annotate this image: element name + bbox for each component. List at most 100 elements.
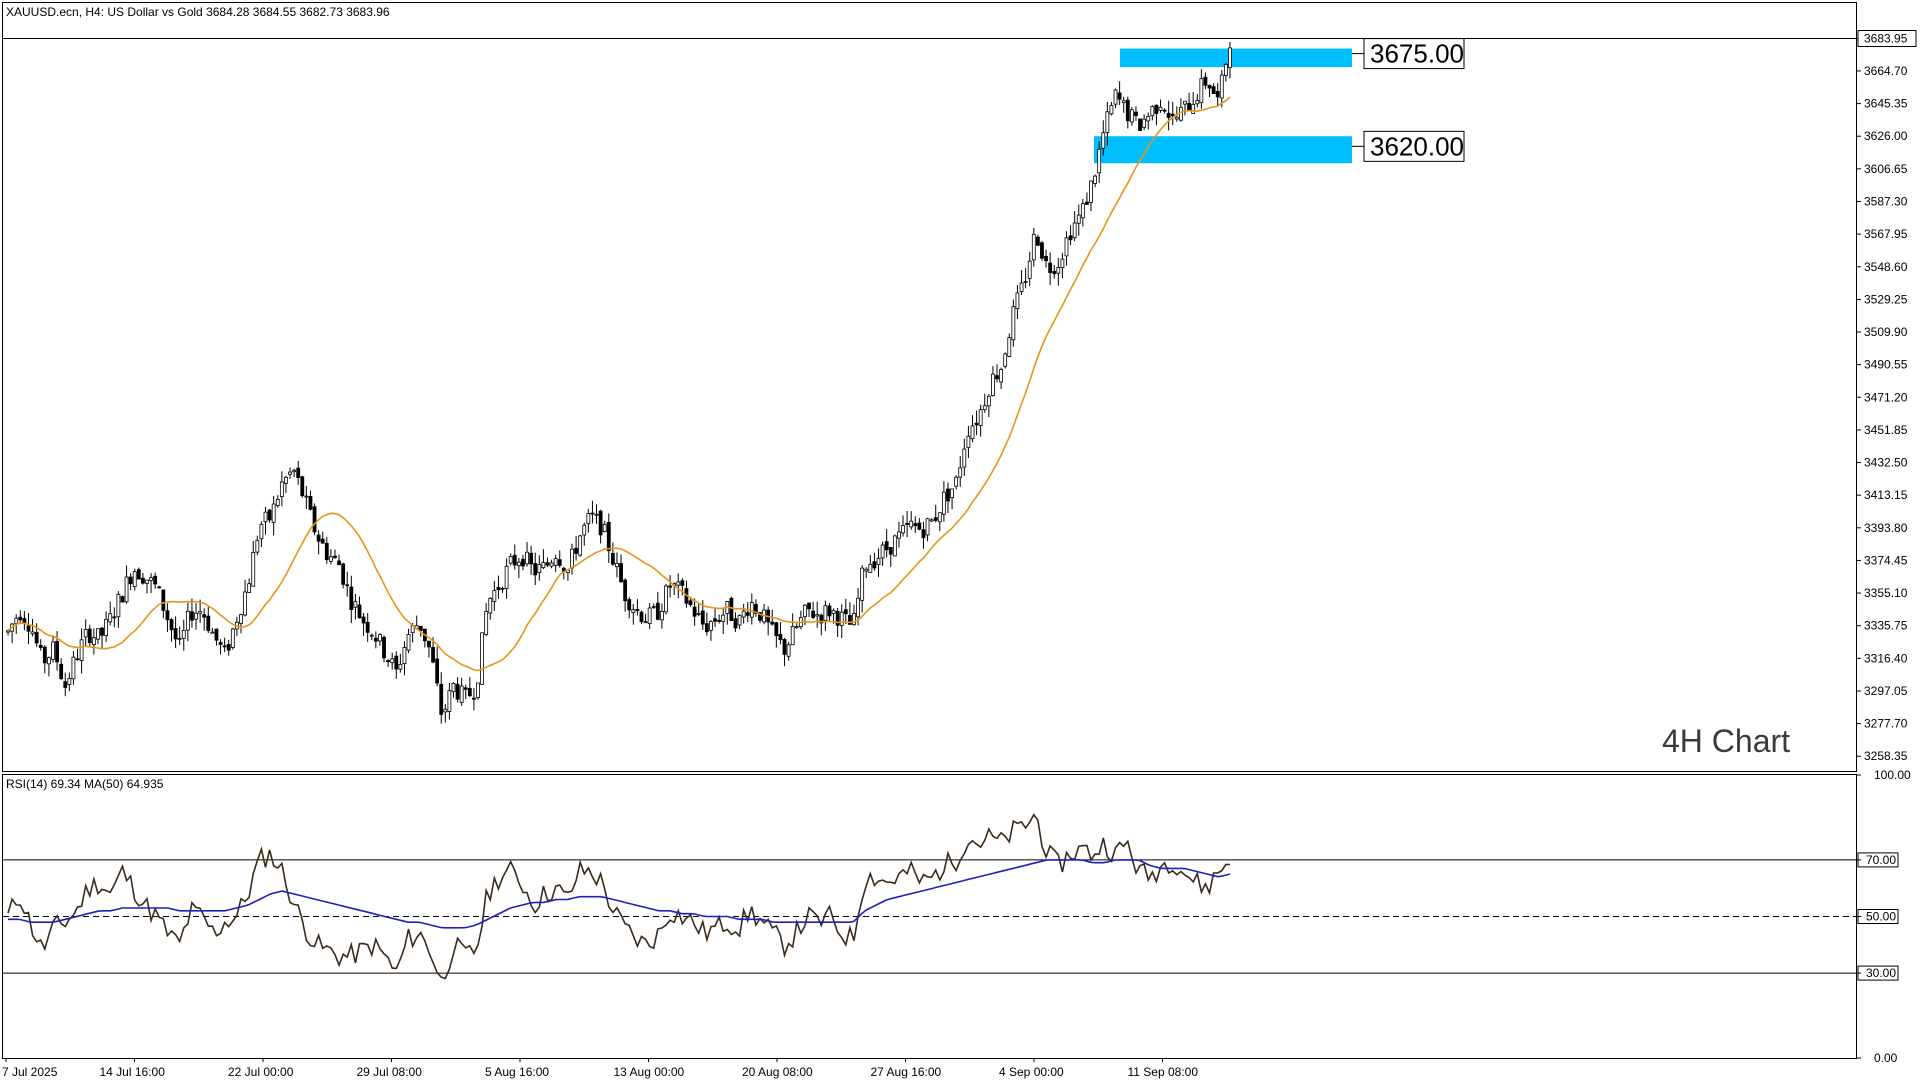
rsi-ma-line — [8, 859, 1231, 929]
time-tick-label: 20 Aug 08:00 — [742, 1065, 813, 1079]
candle-body — [18, 616, 23, 621]
candle-body — [986, 395, 991, 407]
candle-body — [598, 510, 603, 536]
candle-body — [1064, 237, 1069, 257]
candle-body — [83, 629, 88, 638]
candle-body — [476, 682, 480, 698]
rsi-tick-label: 70.00 — [1866, 853, 1896, 867]
candle-body — [292, 469, 297, 473]
candle-body — [496, 587, 501, 591]
candle-body — [402, 647, 407, 665]
candle-body — [574, 547, 578, 554]
candle-body — [26, 625, 31, 632]
candle-body — [1211, 86, 1216, 94]
candle-body — [1097, 148, 1102, 174]
candle-body — [978, 409, 983, 426]
candle-body — [67, 677, 72, 685]
price-tick-label: 3277.70 — [1864, 717, 1908, 731]
time-tick-label: 29 Jul 08:00 — [357, 1065, 423, 1079]
candle-body — [308, 496, 313, 510]
candle-body — [42, 646, 47, 664]
candle-body — [141, 577, 145, 584]
candle-body — [925, 518, 930, 536]
candle-body — [1085, 201, 1089, 205]
candle-body — [651, 606, 656, 608]
candle-body — [880, 544, 885, 559]
candle-body — [913, 523, 918, 527]
price-tick-label: 3297.05 — [1864, 684, 1908, 698]
candle-body — [1093, 175, 1097, 184]
candle-body — [508, 556, 513, 564]
candle-body — [721, 614, 726, 622]
price-tick-label: 3567.95 — [1864, 227, 1908, 241]
candle-body — [63, 681, 68, 688]
candle-body — [803, 604, 807, 618]
candle-body — [729, 597, 734, 622]
candle-body — [537, 564, 542, 574]
price-tick-label: 3393.80 — [1864, 521, 1908, 535]
candle-body — [982, 405, 987, 411]
candle-body — [55, 640, 59, 663]
candle-body — [435, 658, 440, 684]
candle-body — [688, 600, 693, 606]
candle-body — [1228, 47, 1232, 69]
candle-body — [1158, 106, 1163, 111]
candle-body — [905, 523, 910, 525]
candle-body — [782, 638, 787, 655]
candle-body — [275, 499, 280, 506]
candle-body — [226, 644, 231, 651]
candle-body — [271, 503, 276, 523]
candle-body — [51, 641, 55, 660]
candle-body — [929, 519, 934, 522]
candle-body — [590, 512, 595, 515]
candle-body — [557, 559, 562, 566]
candle-body — [790, 625, 795, 646]
candle-body — [717, 620, 722, 622]
candle-body — [970, 425, 975, 440]
candle-body — [655, 602, 660, 620]
candle-body — [267, 509, 272, 521]
time-tick-label: 11 Sep 08:00 — [1128, 1065, 1199, 1079]
candle-body — [492, 590, 497, 602]
candle-body — [545, 562, 550, 566]
candle-body — [843, 609, 848, 615]
candle-body — [120, 596, 125, 603]
candle-body — [1068, 235, 1073, 241]
candle-body — [610, 552, 615, 565]
candle-body — [75, 658, 80, 661]
candle-body — [214, 628, 219, 641]
candle-body — [700, 610, 705, 625]
candle-body — [704, 623, 709, 633]
candle-body — [463, 687, 468, 690]
candle-body — [181, 629, 186, 639]
candle-body — [296, 467, 301, 478]
candle-body — [884, 541, 889, 551]
candle-body — [529, 552, 534, 565]
price-tick-label: 3451.85 — [1864, 423, 1908, 437]
candle-body — [71, 656, 76, 680]
candle-body — [1138, 118, 1142, 131]
candle-body — [165, 610, 170, 621]
candle-body — [169, 619, 174, 631]
candle-body — [153, 575, 158, 585]
candle-body — [218, 641, 223, 645]
price-tick-label: 3529.25 — [1864, 292, 1908, 306]
candle-body — [696, 612, 701, 615]
candle-body — [1109, 105, 1114, 115]
candle-body — [1105, 111, 1110, 133]
candle-body — [794, 626, 799, 628]
candle-body — [472, 697, 476, 700]
candle-body — [1027, 260, 1032, 279]
candle-body — [500, 587, 505, 590]
candle-body — [145, 579, 149, 584]
candle-body — [823, 605, 828, 621]
timeframe-label: 4H Chart — [1662, 723, 1790, 759]
candle-body — [1101, 132, 1106, 149]
candle-body — [194, 612, 198, 620]
candle-body — [288, 471, 292, 475]
candle-body — [431, 647, 435, 663]
candle-body — [1015, 292, 1020, 310]
candle-body — [373, 637, 378, 642]
candle-body — [958, 467, 963, 478]
candle-body — [570, 548, 574, 569]
